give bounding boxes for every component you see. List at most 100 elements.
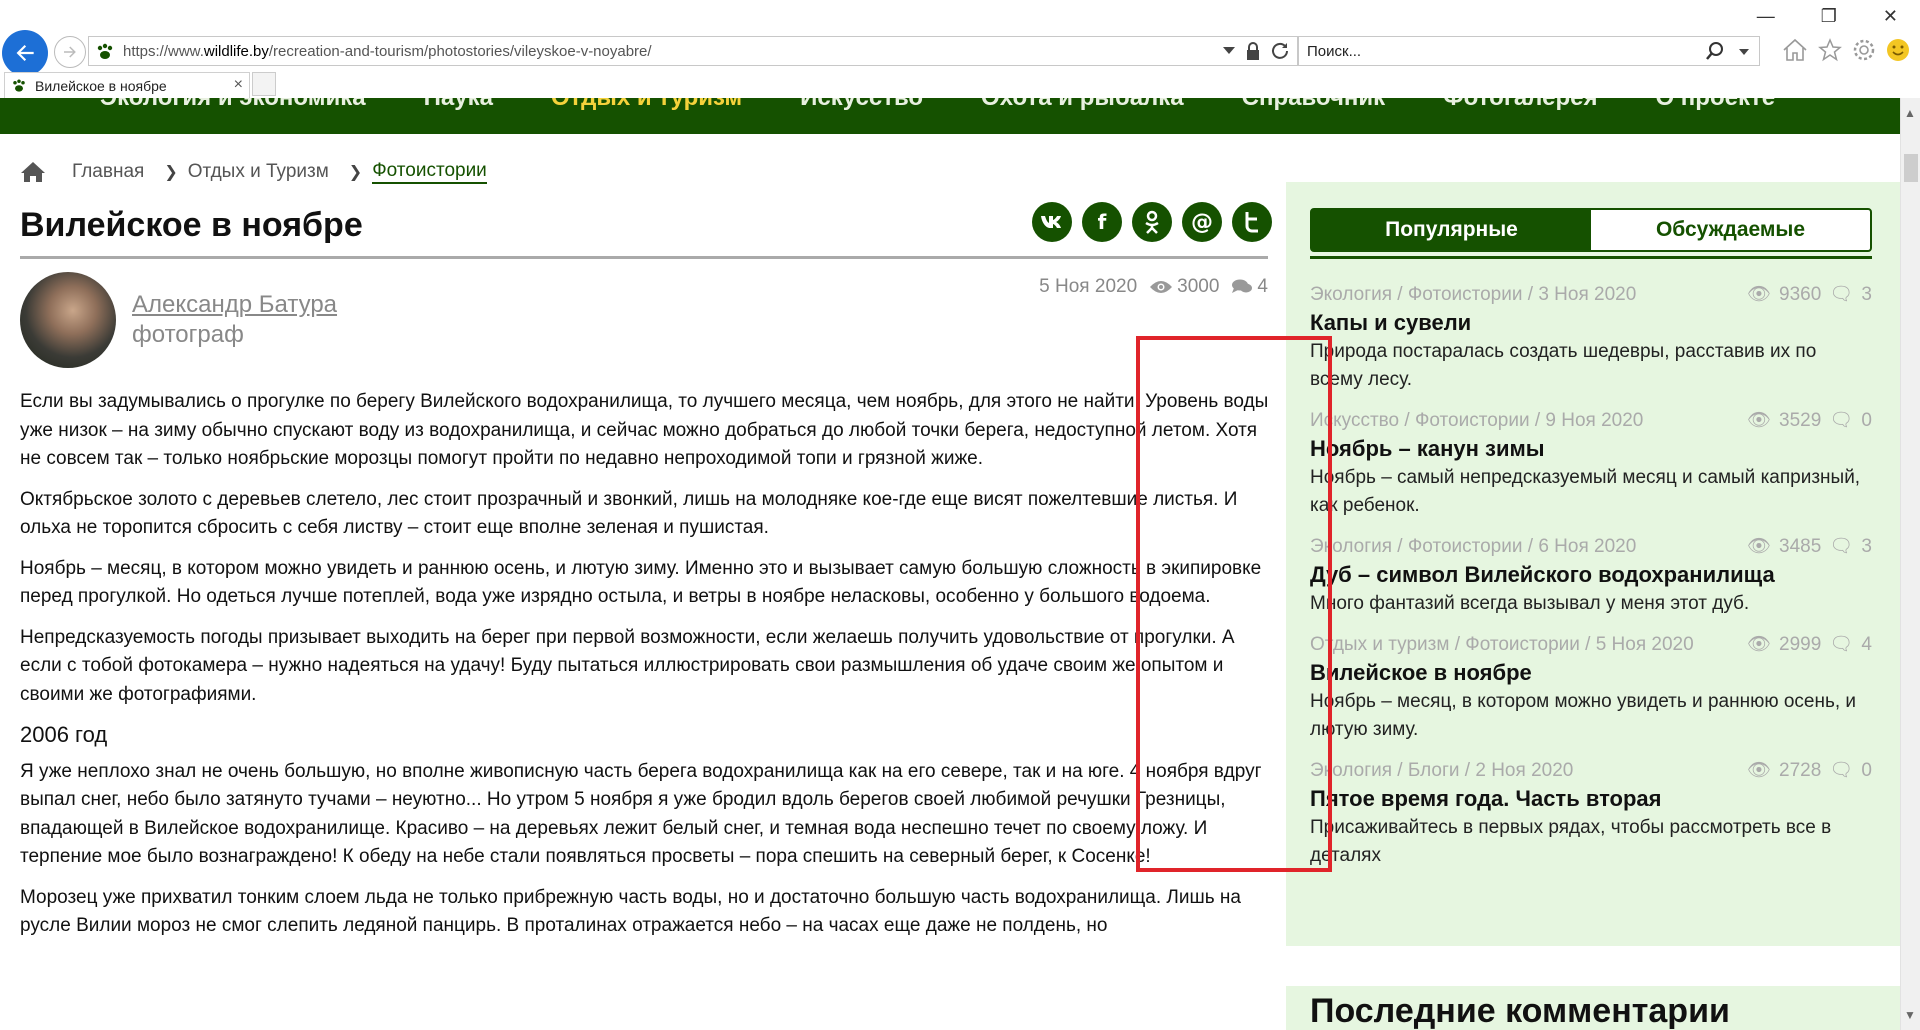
gear-icon[interactable] [1852, 38, 1876, 62]
nav-item[interactable]: Экология и экономика [100, 98, 366, 112]
tabs-divider [1310, 256, 1872, 259]
eye-icon: 👁 [1746, 536, 1772, 557]
item-comments: 3 [1861, 284, 1872, 305]
sidebar-popular: Популярные Обсуждаемые Экология / Фотоис… [1286, 182, 1900, 946]
breadcrumb-section[interactable]: Отдых и Туризм [188, 161, 329, 183]
refresh-icon[interactable] [1271, 42, 1289, 60]
title-divider [20, 256, 1268, 259]
author-name-link[interactable]: Александр Батура [132, 291, 337, 319]
search-icon[interactable] [1705, 41, 1725, 61]
article-date: 5 Ноя 2020 [1039, 276, 1138, 297]
nav-item[interactable]: Фотогалерея [1443, 98, 1597, 112]
item-description: Присаживайтесь в первых рядах, чтобы рас… [1310, 817, 1832, 866]
mailru-share-button[interactable]: @ [1182, 202, 1222, 242]
back-button[interactable] [2, 30, 48, 76]
forward-button[interactable] [54, 36, 86, 68]
author-avatar[interactable] [20, 272, 116, 368]
scrollbar-thumb[interactable] [1904, 154, 1918, 182]
item-views: 9360 [1779, 284, 1822, 305]
item-meta[interactable]: Экология / Фотоистории / 6 Ноя 2020 [1310, 534, 1636, 560]
article-paragraph: Морозец уже прихватил тонким слоем льда … [20, 886, 1241, 937]
item-comments: 0 [1861, 410, 1872, 431]
at-sign-icon: @ [1191, 209, 1213, 235]
vk-share-button[interactable] [1032, 202, 1072, 242]
browser-search-input[interactable]: Поиск... [1298, 36, 1760, 66]
item-meta[interactable]: Искусство / Фотоистории / 9 Ноя 2020 [1310, 408, 1643, 434]
eye-icon: 👁 [1746, 634, 1772, 655]
dropdown-arrow-icon[interactable] [1223, 47, 1235, 55]
nav-item[interactable]: О проекте [1655, 98, 1775, 112]
chevron-right-icon: ❯ [164, 164, 178, 181]
paw-icon [13, 79, 25, 92]
close-icon[interactable]: ✕ [1883, 6, 1898, 27]
list-item[interactable]: Экология / Фотоистории / 3 Ноя 2020 👁 936… [1310, 282, 1872, 394]
nav-item[interactable]: Отдых и туризм [551, 98, 742, 112]
item-title[interactable]: Капы и сувели [1310, 308, 1872, 338]
odnoklassniki-share-button[interactable] [1132, 202, 1172, 242]
author-role: фотограф [132, 321, 244, 348]
tab-discussed[interactable]: Обсуждаемые [1591, 210, 1870, 250]
list-item[interactable]: Искусство / Фотоистории / 9 Ноя 2020 👁 35… [1310, 408, 1872, 520]
facebook-icon: f [1097, 210, 1107, 234]
lock-icon[interactable] [1245, 42, 1261, 60]
comments-icon [1232, 279, 1253, 293]
tab-popular[interactable]: Популярные [1312, 210, 1591, 250]
tab-title: Вилейское в ноябре [35, 78, 167, 94]
home-icon[interactable] [20, 161, 46, 183]
article-paragraph: Если вы задумывались о прогулке по берег… [20, 391, 1269, 469]
item-views: 2728 [1779, 760, 1822, 781]
breadcrumb-current[interactable]: Фотоистории [372, 160, 487, 184]
new-tab-button[interactable] [252, 72, 276, 96]
url-text: https://www.wildlife.by/recreation-and-t… [123, 43, 652, 60]
browser-tab[interactable]: Вилейское в ноябре × [4, 72, 250, 98]
item-description: Природа постаралась создать шедевры, рас… [1310, 341, 1817, 390]
browser-chrome: — ❐ ✕ https://www.wildlife.by/recreation… [0, 0, 1920, 98]
smiley-icon[interactable] [1886, 38, 1910, 62]
article-meta: 5 Ноя 2020 3000 4 [1039, 276, 1268, 298]
item-views: 2999 [1779, 634, 1822, 655]
scroll-down-icon[interactable]: ▼ [1904, 1008, 1916, 1022]
list-item[interactable]: Отдых и туризм / Фотоистории / 5 Ноя 202… [1310, 632, 1872, 744]
item-meta[interactable]: Экология / Фотоистории / 3 Ноя 2020 [1310, 282, 1636, 308]
nav-item[interactable]: Искусство [800, 98, 923, 112]
item-title[interactable]: Дуб – символ Вилейского водохранилища [1310, 560, 1872, 590]
popular-list: Экология / Фотоистории / 3 Ноя 2020 👁 936… [1310, 282, 1872, 884]
dropdown-arrow-icon[interactable] [1739, 49, 1749, 55]
comments-icon: 🗨 [1829, 410, 1854, 431]
comments-count: 4 [1257, 276, 1268, 297]
nav-item[interactable]: Охота и рыбалка [981, 98, 1184, 112]
vertical-scrollbar[interactable]: ▲ ▼ [1900, 98, 1920, 1030]
latest-comments-heading: Последние комментарии [1310, 992, 1730, 1030]
facebook-share-button[interactable]: f [1082, 202, 1122, 242]
item-title[interactable]: Пятое время года. Часть вторая [1310, 784, 1872, 814]
item-meta[interactable]: Экология / Блоги / 2 Ноя 2020 [1310, 758, 1573, 784]
item-description: Много фантазий всегда вызывал у меня это… [1310, 593, 1750, 614]
star-icon[interactable] [1818, 38, 1842, 62]
restore-icon[interactable]: ❐ [1821, 6, 1837, 27]
scroll-up-icon[interactable]: ▲ [1904, 106, 1916, 120]
item-meta[interactable]: Отдых и туризм / Фотоистории / 5 Ноя 202… [1310, 632, 1694, 658]
home-icon[interactable] [1782, 38, 1808, 62]
twitter-share-button[interactable] [1232, 202, 1272, 242]
eye-icon: 👁 [1746, 760, 1772, 781]
nav-item[interactable]: Наука [424, 98, 493, 112]
site-navigation: Экология и экономика Наука Отдых и туризм И… [0, 98, 1900, 134]
minimize-icon[interactable]: — [1757, 6, 1775, 27]
item-title[interactable]: Ноябрь – канун зимы [1310, 434, 1872, 464]
list-item[interactable]: Экология / Фотоистории / 6 Ноя 2020 👁 348… [1310, 534, 1872, 618]
annotation-highlight-box [1136, 336, 1332, 872]
chevron-right-icon: ❯ [348, 164, 363, 181]
share-buttons: f @ [1032, 202, 1272, 242]
breadcrumb-home[interactable]: Главная [72, 161, 144, 183]
item-comments: 0 [1861, 760, 1872, 781]
item-title[interactable]: Вилейское в ноябре [1310, 658, 1872, 688]
list-item[interactable]: Экология / Блоги / 2 Ноя 2020 👁 2728 🗨 0 Пя… [1310, 758, 1872, 870]
article-paragraph: Ноябрь – месяц, в котором можно увидеть … [20, 557, 1262, 608]
address-bar[interactable]: https://www.wildlife.by/recreation-and-t… [88, 36, 1298, 66]
item-comments: 4 [1861, 634, 1872, 655]
article-paragraph: Непредсказуемость погоды призывает выход… [20, 626, 1235, 705]
item-description: Ноябрь – самый непредсказуемый месяц и с… [1310, 467, 1861, 516]
article-subheading: 2006 год [20, 722, 108, 747]
nav-item[interactable]: Справочник [1242, 98, 1386, 112]
tab-close-icon[interactable]: × [234, 76, 243, 94]
